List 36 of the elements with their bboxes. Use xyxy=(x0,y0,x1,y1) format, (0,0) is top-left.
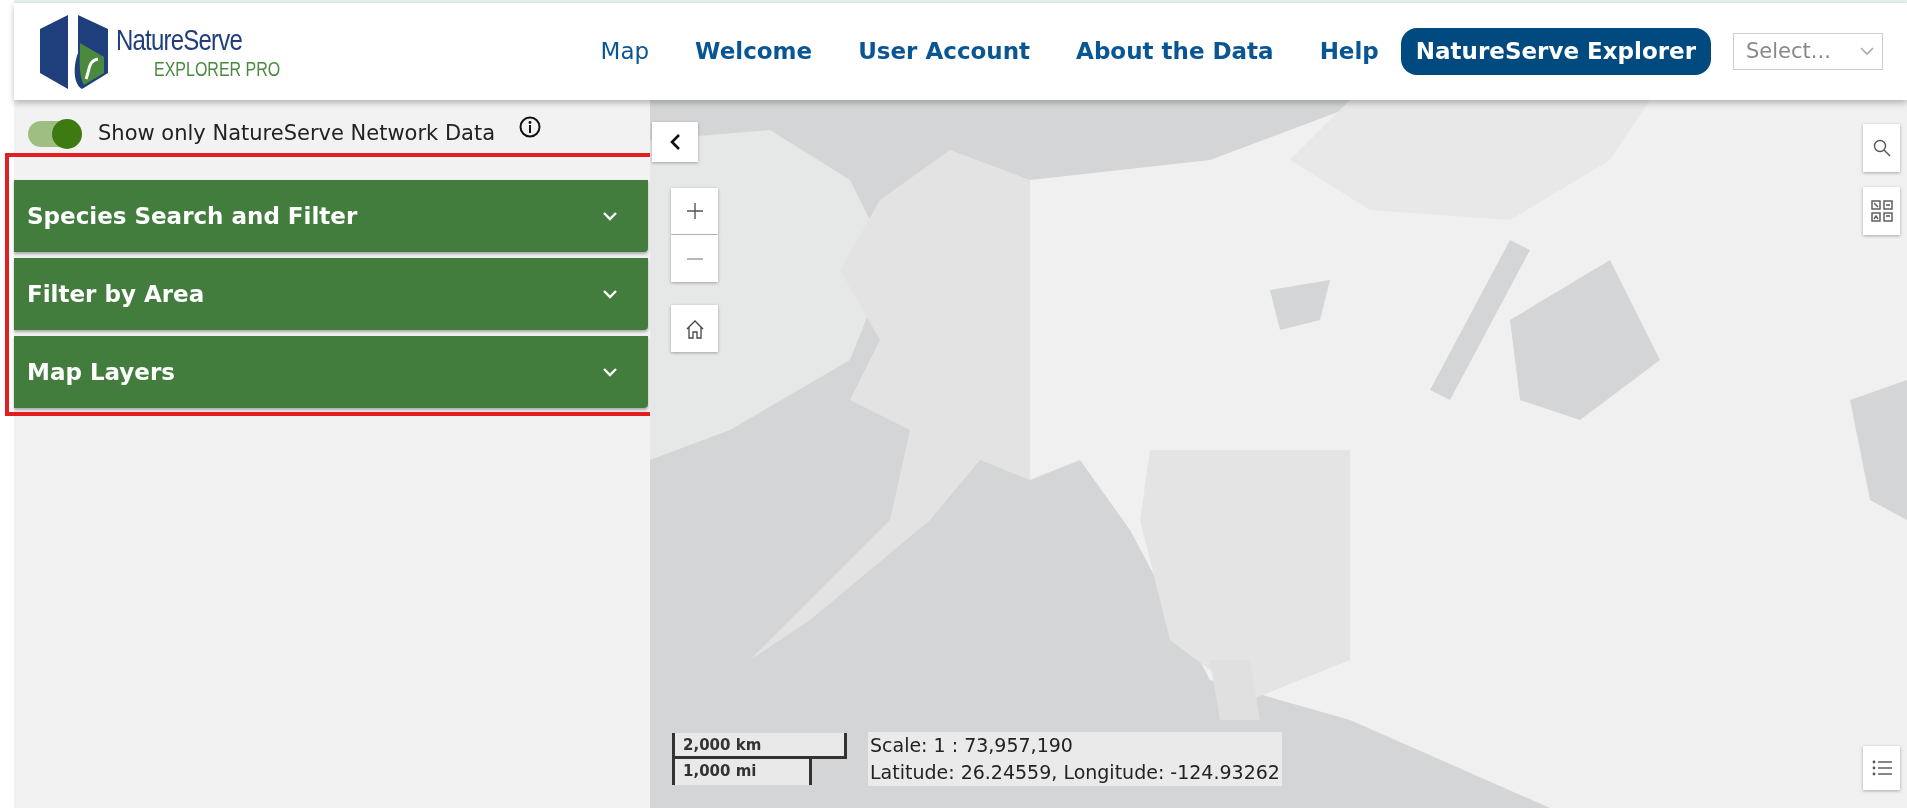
scale-bar: 2,000 km xyxy=(672,733,847,759)
toggle-switch[interactable] xyxy=(28,121,80,147)
scale-text: Scale: 1 : 73,957,190 xyxy=(870,733,1074,758)
nav-link[interactable]: Welcome xyxy=(695,34,813,69)
info-icon[interactable] xyxy=(519,116,542,138)
search-button[interactable] xyxy=(1863,124,1900,172)
coordinates-text: Latitude: 26.24559, Longitude: -124.93262 xyxy=(870,760,1280,785)
home-icon xyxy=(684,318,705,339)
nav-link[interactable]: About the Data xyxy=(1076,34,1274,69)
chevron-icon xyxy=(602,211,618,221)
basemap-button[interactable] xyxy=(1863,187,1900,235)
chevron-icon xyxy=(602,367,618,377)
chevron-left-icon xyxy=(669,133,681,151)
grid-icon xyxy=(1870,200,1893,222)
select-dropdown[interactable]: Select... xyxy=(1733,33,1883,70)
accordion-header[interactable]: Species Search and Filter xyxy=(14,180,648,252)
minus-icon xyxy=(686,257,703,260)
nav-link[interactable]: Map xyxy=(600,34,650,69)
toggle-label: Show only NatureServe Network Data xyxy=(98,120,496,148)
legend-button[interactable] xyxy=(1863,746,1900,790)
plus-icon xyxy=(686,203,703,219)
nav-link[interactable]: Help xyxy=(1319,34,1379,69)
zoom-in-button[interactable] xyxy=(671,188,718,234)
home-button[interactable] xyxy=(671,305,718,352)
logo-name: NatureServe xyxy=(116,24,243,55)
collapse-button[interactable] xyxy=(652,122,698,162)
scale-bar: 1,000 mi xyxy=(672,759,812,785)
list-icon xyxy=(1871,760,1892,776)
nav-link[interactable]: User Account xyxy=(858,34,1031,69)
caret-icon xyxy=(1860,47,1874,56)
accordion-header[interactable]: Map Layers xyxy=(14,336,648,408)
chevron-icon xyxy=(602,289,618,299)
search-icon xyxy=(1872,139,1891,157)
explorer-button[interactable]: NatureServe Explorer xyxy=(1400,28,1711,75)
accordion-header[interactable]: Filter by Area xyxy=(14,258,648,330)
logo-subtitle: EXPLORER PRO xyxy=(154,58,281,79)
